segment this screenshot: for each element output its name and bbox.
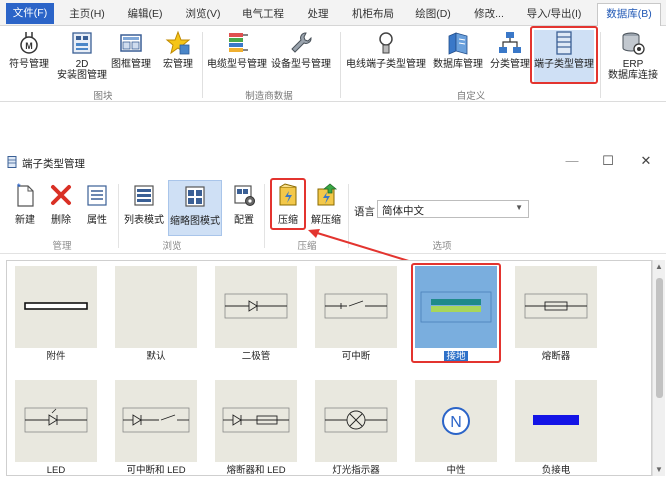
vertical-scrollbar[interactable]: ▲ ▼ bbox=[652, 260, 665, 476]
terminal-thumbnail bbox=[15, 266, 97, 348]
terminal-label: 二极管 bbox=[241, 351, 271, 362]
indicator-light-terminal-icon bbox=[324, 407, 388, 433]
terminal-label: 熔断器 bbox=[541, 351, 571, 362]
terminal-thumbnail bbox=[215, 266, 297, 348]
terminal-thumbnail bbox=[15, 380, 97, 462]
terminal-item-neutral[interactable]: N 中性 bbox=[415, 380, 497, 476]
switch-terminal-icon bbox=[324, 293, 388, 319]
switch-led-terminal-icon bbox=[122, 407, 190, 433]
terminal-item-fuse[interactable]: 熔断器 bbox=[515, 266, 597, 363]
terminal-label: 附件 bbox=[46, 351, 66, 362]
fuse-terminal-icon bbox=[524, 293, 588, 319]
terminal-item-interruptible[interactable]: 可中断 bbox=[315, 266, 397, 363]
terminal-thumbnail bbox=[315, 380, 397, 462]
terminal-label: 可中断和 LED bbox=[126, 465, 186, 476]
terminal-item-interruptible-led[interactable]: 可中断和 LED bbox=[115, 380, 197, 476]
terminal-item-default[interactable]: 默认 bbox=[115, 266, 197, 363]
terminal-item-led[interactable]: LED bbox=[15, 380, 97, 476]
terminal-label: 默认 bbox=[146, 351, 166, 362]
terminal-thumbnail bbox=[315, 266, 397, 348]
svg-text:N: N bbox=[450, 414, 462, 431]
terminal-thumbnail: N bbox=[415, 380, 497, 462]
accessory-terminal-icon bbox=[24, 302, 88, 310]
terminal-item-accessory[interactable]: 附件 bbox=[15, 266, 97, 363]
terminal-thumbnail bbox=[215, 380, 297, 462]
scroll-up-icon[interactable]: ▲ bbox=[655, 262, 663, 271]
terminal-item-indicator-light[interactable]: 灯光指示器 bbox=[315, 380, 397, 476]
terminal-thumbnail bbox=[515, 380, 597, 462]
highlight-box bbox=[411, 263, 501, 363]
terminal-item-diode[interactable]: 二极管 bbox=[215, 266, 297, 363]
terminal-label: LED bbox=[46, 465, 66, 476]
negative-terminal-icon bbox=[533, 415, 579, 425]
diode-terminal-icon bbox=[224, 293, 288, 319]
neutral-terminal-icon: N bbox=[442, 407, 470, 435]
terminal-item-negative[interactable]: 负接电 bbox=[515, 380, 597, 476]
scrollbar-thumb[interactable] bbox=[656, 278, 663, 398]
terminal-label: 负接电 bbox=[541, 465, 571, 476]
terminal-label: 熔断器和 LED bbox=[226, 465, 286, 476]
terminal-thumbnail bbox=[115, 266, 197, 348]
terminal-label: 可中断 bbox=[341, 351, 371, 362]
scroll-down-icon[interactable]: ▼ bbox=[655, 465, 663, 474]
terminal-label: 中性 bbox=[446, 465, 466, 476]
terminal-thumbnail-grid: 附件 默认 二极管 可中断 接地 熔断器 LED 可中断和 LED 熔断器和 L… bbox=[6, 260, 652, 476]
terminal-label: 灯光指示器 bbox=[332, 465, 380, 476]
terminal-thumbnail bbox=[115, 380, 197, 462]
fuse-led-terminal-icon bbox=[222, 407, 290, 433]
led-terminal-icon bbox=[24, 407, 88, 433]
terminal-item-fuse-led[interactable]: 熔断器和 LED bbox=[215, 380, 297, 476]
terminal-thumbnail bbox=[515, 266, 597, 348]
